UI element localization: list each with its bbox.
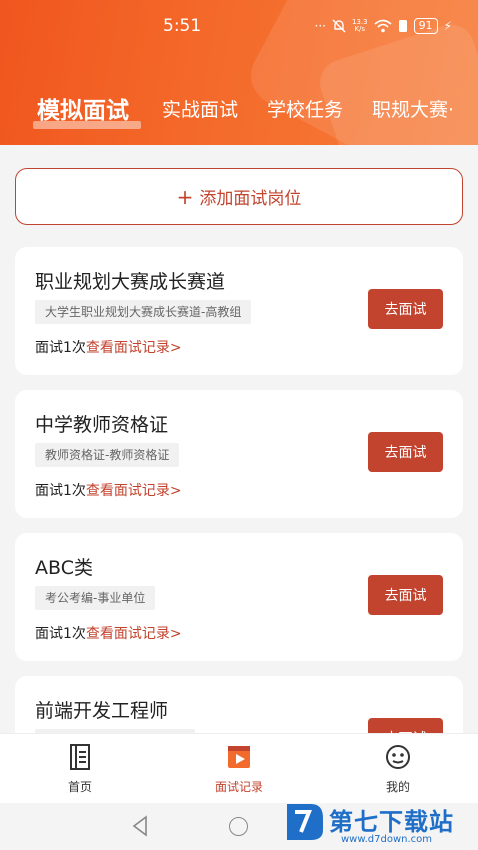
interview-card: 中学教师资格证 教师资格证-教师资格证 面试1次查看面试记录> 去面试 bbox=[15, 390, 463, 518]
net-speed: 13.3 K/s bbox=[352, 19, 368, 33]
top-tabs: 模拟面试 实战面试 学校任务 职规大赛· bbox=[0, 95, 478, 135]
card-count: 面试1次查看面试记录> bbox=[35, 480, 182, 500]
status-bar: 5:51 ··· 13.3 K/s 91 ⚡ bbox=[0, 14, 478, 44]
card-title: ABC类 bbox=[35, 557, 93, 579]
card-title: 职业规划大赛成长赛道 bbox=[35, 271, 226, 293]
net-speed-unit: K/s bbox=[354, 25, 366, 33]
interview-card: 前端开发工程师 去面试 bbox=[15, 676, 463, 733]
charging-icon: ⚡ bbox=[443, 19, 452, 33]
interview-count: 面试1次 bbox=[35, 483, 86, 499]
go-interview-button[interactable]: 去面试 bbox=[368, 575, 443, 615]
interview-card: 职业规划大赛成长赛道 大学生职业规划大赛成长赛道-高教组 面试1次查看面试记录>… bbox=[15, 247, 463, 375]
status-time: 5:51 bbox=[163, 16, 202, 36]
watermark-url: www.d7down.com bbox=[341, 834, 433, 845]
bottom-tab-label: 首页 bbox=[67, 780, 92, 794]
view-records-link[interactable]: 查看面试记录> bbox=[86, 483, 182, 499]
bottom-tab-label: 面试记录 bbox=[214, 780, 263, 794]
tab-mock-interview[interactable]: 模拟面试 bbox=[37, 95, 129, 125]
go-interview-button[interactable]: 去面试 bbox=[368, 718, 443, 733]
card-count: 面试1次查看面试记录> bbox=[35, 623, 182, 643]
status-icons: ··· 13.3 K/s 91 ⚡ bbox=[315, 18, 452, 34]
card-title: 前端开发工程师 bbox=[35, 700, 169, 722]
tab-real-interview[interactable]: 实战面试 bbox=[162, 95, 238, 122]
view-records-link[interactable]: 查看面试记录> bbox=[86, 626, 182, 642]
home-circle-icon[interactable] bbox=[229, 817, 248, 836]
record-play-icon bbox=[228, 746, 250, 768]
header: 5:51 ··· 13.3 K/s 91 ⚡ 模拟面试 实战面试 学校任务 职规… bbox=[0, 0, 478, 145]
card-tag: 考公考编-事业单位 bbox=[35, 586, 156, 610]
watermark-text: 第七下载站 bbox=[329, 808, 454, 836]
add-position-label: 添加面试岗位 bbox=[199, 189, 302, 209]
wifi-icon bbox=[374, 19, 392, 33]
battery-level: 91 bbox=[413, 18, 438, 34]
tab-career-contest[interactable]: 职规大赛· bbox=[372, 95, 454, 122]
tab-school-tasks[interactable]: 学校任务 bbox=[267, 95, 343, 122]
plus-icon: + bbox=[176, 184, 194, 209]
watermark-logo-icon bbox=[287, 804, 323, 840]
card-title: 中学教师资格证 bbox=[35, 414, 169, 436]
go-interview-button[interactable]: 去面试 bbox=[368, 289, 443, 329]
main-content[interactable]: + 添加面试岗位 职业规划大赛成长赛道 大学生职业规划大赛成长赛道-高教组 面试… bbox=[0, 145, 478, 733]
bottom-tab-home[interactable]: 首页 bbox=[30, 742, 130, 795]
card-tag: 教师资格证-教师资格证 bbox=[35, 443, 180, 467]
bottom-tab-bar: 首页 面试记录 我的 bbox=[0, 733, 478, 803]
card-tag: 大学生职业规划大赛成长赛道-高教组 bbox=[35, 300, 252, 324]
bottom-tab-label: 我的 bbox=[385, 780, 410, 794]
sim-icon bbox=[398, 20, 407, 32]
view-records-link[interactable]: 查看面试记录> bbox=[86, 340, 182, 356]
card-count: 面试1次查看面试记录> bbox=[35, 337, 182, 357]
mute-icon bbox=[332, 19, 346, 33]
bottom-tab-mine[interactable]: 我的 bbox=[348, 742, 448, 795]
add-position-button[interactable]: + 添加面试岗位 bbox=[15, 168, 463, 225]
watermark: 第七下载站 www.d7down.com bbox=[283, 798, 478, 850]
smiley-face-icon bbox=[386, 745, 410, 769]
interview-count: 面试1次 bbox=[35, 340, 86, 356]
interview-count: 面试1次 bbox=[35, 626, 86, 642]
interview-card: ABC类 考公考编-事业单位 面试1次查看面试记录> 去面试 bbox=[15, 533, 463, 661]
bottom-tab-records[interactable]: 面试记录 bbox=[189, 742, 289, 795]
home-doc-icon bbox=[70, 744, 90, 770]
go-interview-button[interactable]: 去面试 bbox=[368, 432, 443, 472]
more-dots-icon: ··· bbox=[314, 19, 326, 33]
back-icon[interactable] bbox=[131, 815, 149, 837]
